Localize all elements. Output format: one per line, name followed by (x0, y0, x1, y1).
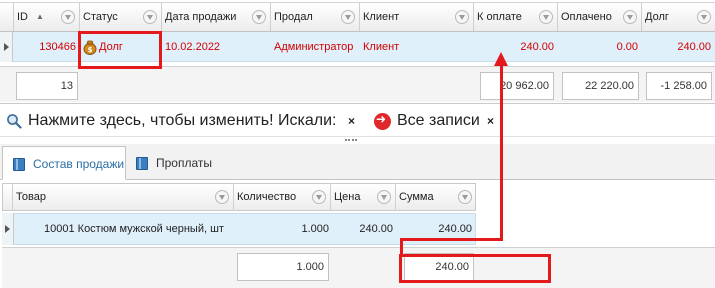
filter-icon[interactable] (539, 10, 553, 24)
col-header-sum[interactable]: Сумма (396, 183, 476, 211)
cell-price[interactable]: 240.00 (331, 213, 396, 245)
splitter-handle[interactable] (345, 139, 357, 141)
cell-paid[interactable]: 0.00 (558, 32, 642, 62)
clear-filter-close-icon[interactable]: × (348, 109, 355, 133)
filter-icon[interactable] (341, 10, 355, 24)
sort-ascending-icon: ▲ (36, 12, 44, 21)
tab-label: Проплаты (156, 156, 213, 170)
col-label-product: Товар (16, 191, 46, 203)
tab-payments[interactable]: Проплаты (126, 146, 246, 180)
col-label-price: Цена (334, 191, 361, 203)
filter-icon[interactable] (61, 10, 75, 24)
tab-sale-items[interactable]: Состав продажи (2, 146, 126, 180)
sales-grid-header: ID ▲ Статус Дата продажи Продал Клиент К… (0, 2, 715, 32)
annotation-line (500, 62, 503, 241)
col-label-sum: Сумма (399, 191, 434, 203)
col-header-price[interactable]: Цена (331, 183, 396, 211)
col-header-seller[interactable]: Продал (271, 3, 360, 31)
annotation-arrow-icon (494, 52, 508, 66)
filter-icon[interactable] (697, 10, 711, 24)
col-label-client: Клиент (363, 11, 400, 23)
col-header-debt[interactable]: Долг (642, 3, 715, 31)
col-label-seller: Продал (274, 11, 313, 23)
col-label-quantity: Количество (237, 191, 297, 203)
product-name: Костюм мужской черный, шт (77, 223, 224, 235)
summary-quantity: 1.000 (237, 253, 329, 281)
filter-icon[interactable] (377, 190, 391, 204)
filter-icon[interactable] (623, 10, 637, 24)
row-indicator-header (0, 3, 14, 31)
filter-prompt[interactable]: Нажмите здесь, чтобы изменить! Искали: (28, 109, 337, 133)
col-header-client[interactable]: Клиент (360, 3, 474, 31)
summary-to-pay: 20 962.00 (480, 72, 554, 100)
filter-icon[interactable] (143, 10, 157, 24)
product-code: 10001 (44, 223, 75, 235)
col-header-paid[interactable]: Оплачено (558, 3, 642, 31)
cell-to-pay[interactable]: 240.00 (474, 32, 558, 62)
annotation-line (400, 238, 403, 256)
filter-icon[interactable] (252, 10, 266, 24)
cell-client[interactable]: Клиент (363, 32, 474, 62)
col-label-paid: Оплачено (561, 11, 612, 23)
book-icon (13, 158, 25, 171)
cell-id[interactable]: 130466 (14, 32, 80, 62)
items-grid-summary (2, 247, 715, 288)
search-icon[interactable] (6, 113, 22, 129)
all-records-arrow-icon[interactable] (374, 112, 391, 130)
summary-debt: -1 258.00 (646, 72, 712, 100)
book-icon (136, 157, 148, 170)
all-records-close-icon[interactable]: × (487, 109, 494, 133)
col-header-quantity[interactable]: Количество (234, 183, 331, 211)
col-label-id: ID (17, 11, 28, 23)
col-header-date[interactable]: Дата продажи (162, 3, 271, 31)
filter-icon[interactable] (458, 190, 472, 204)
highlight-status-box (78, 31, 162, 69)
col-label-debt: Долг (645, 11, 669, 23)
highlight-sum-box (399, 254, 551, 283)
col-label-status: Статус (83, 11, 118, 23)
col-header-status[interactable]: Статус (80, 3, 162, 31)
col-header-id[interactable]: ID ▲ (14, 3, 80, 31)
col-header-to-pay[interactable]: К оплате (474, 3, 558, 31)
row-indicator-icon (0, 32, 13, 62)
summary-count: 13 (16, 72, 78, 100)
col-label-date: Дата продажи (165, 11, 237, 23)
cell-product[interactable]: 10001 Костюм мужской черный, шт (16, 213, 234, 245)
summary-paid: 22 220.00 (562, 72, 639, 100)
annotation-line (400, 238, 503, 241)
col-label-to-pay: К оплате (477, 11, 522, 23)
filter-icon[interactable] (455, 10, 469, 24)
filter-icon[interactable] (215, 190, 229, 204)
cell-seller[interactable]: Администратор (274, 32, 360, 62)
cell-debt[interactable]: 240.00 (642, 32, 715, 62)
row-indicator-icon (2, 213, 14, 245)
col-header-product[interactable]: Товар (13, 183, 234, 211)
row-indicator-header (3, 183, 13, 211)
filter-icon[interactable] (312, 190, 326, 204)
all-records-label[interactable]: Все записи (397, 109, 480, 133)
cell-date[interactable]: 10.02.2022 (165, 32, 271, 62)
tab-label: Состав продажи (33, 157, 125, 171)
cell-quantity[interactable]: 1.000 (234, 213, 331, 245)
